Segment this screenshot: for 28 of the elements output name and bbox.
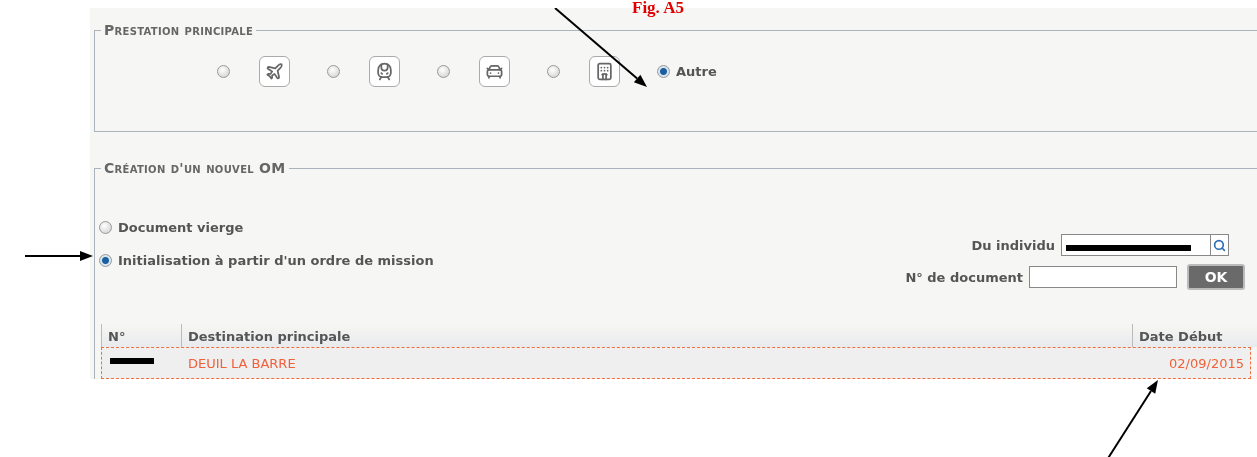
ok-button[interactable]: OK: [1187, 264, 1245, 290]
radio-button[interactable]: [217, 65, 230, 78]
field-label: Du individu: [971, 237, 1055, 253]
radio-button[interactable]: [437, 65, 450, 78]
figure-caption: Fig. A5: [632, 0, 684, 16]
car-icon: [479, 56, 510, 87]
field-label: N° de document: [905, 269, 1023, 285]
option-label: Autre: [676, 64, 717, 79]
redaction-bar: [110, 358, 154, 364]
radio-button[interactable]: [547, 65, 560, 78]
radio-button[interactable]: [99, 221, 112, 234]
document-number-field[interactable]: [1029, 266, 1177, 288]
option-label: Initialisation à partir d'un ordre de mission: [118, 253, 434, 268]
radio-button[interactable]: [99, 254, 112, 267]
table-cell-text: 02/09/2015: [1168, 355, 1245, 371]
section-title: Prestation principale: [103, 22, 255, 38]
table-row[interactable]: DEUIL LA BARRE 02/09/2015: [101, 347, 1251, 379]
radio-button[interactable]: [327, 65, 340, 78]
radio-button[interactable]: [657, 65, 670, 78]
search-button[interactable]: [1210, 235, 1228, 255]
hotel-icon: [589, 56, 620, 87]
annotation-arrow: [24, 251, 93, 261]
section-title: Création d'un nouvel OM: [103, 160, 287, 176]
plane-icon: [259, 56, 290, 87]
table-cell-text: DEUIL LA BARRE: [187, 355, 297, 371]
option-label: Document vierge: [118, 220, 244, 235]
train-icon: [369, 56, 400, 87]
individual-field[interactable]: [1061, 234, 1229, 256]
